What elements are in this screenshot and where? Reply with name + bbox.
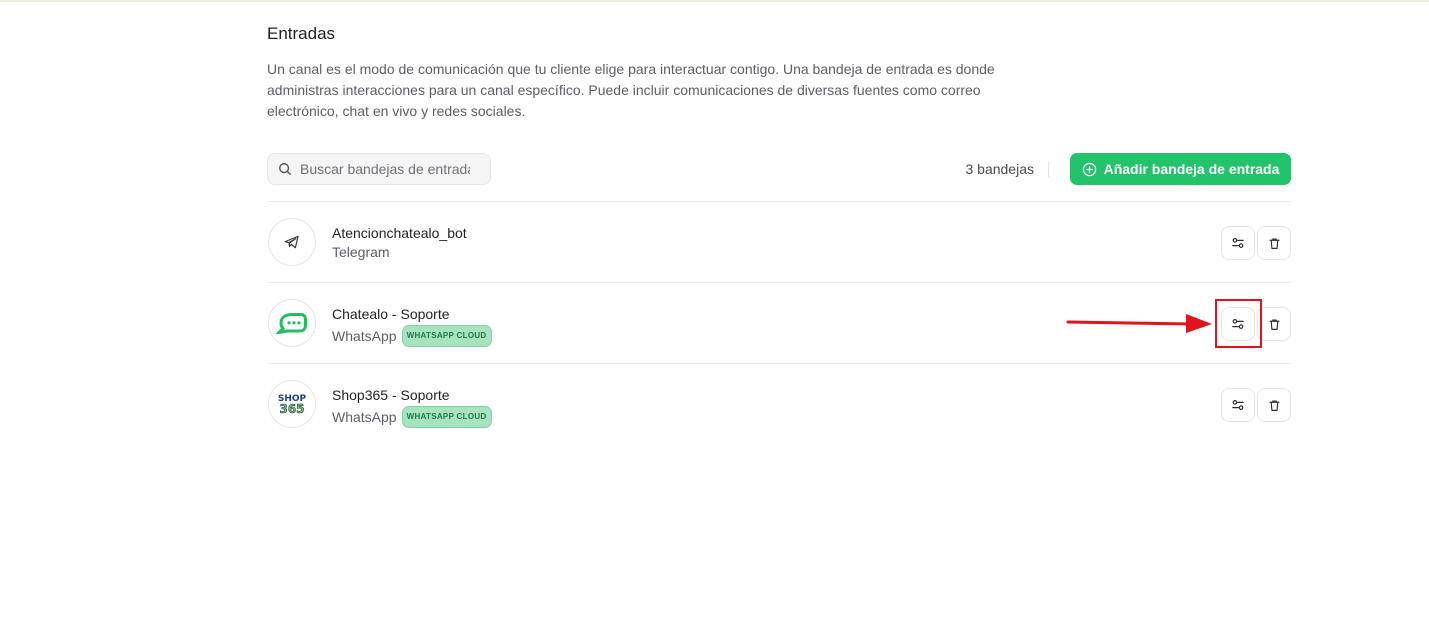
channel-badge: WHATSAPP CLOUD (401, 325, 492, 347)
inbox-row: SHOP 365 Shop365 - Soporte WhatsApp WHAT… (267, 364, 1291, 445)
sliders-icon (1232, 400, 1244, 410)
page-description: Un canal es el modo de comunicación que … (267, 61, 995, 119)
inbox-settings-button[interactable] (1221, 388, 1255, 422)
toolbar-divider (1048, 161, 1049, 177)
annotation-highlight-box (1215, 299, 1262, 348)
trash-icon (1268, 399, 1280, 411)
inbox-avatar: SHOP 365 (268, 380, 316, 428)
inbox-channel: WhatsApp (332, 328, 397, 344)
inbox-subline: Telegram (332, 244, 390, 260)
search-input[interactable] (300, 161, 470, 177)
sliders-icon (1232, 238, 1244, 248)
inbox-delete-button[interactable] (1257, 226, 1291, 260)
annotation-arrow-icon (1066, 314, 1212, 333)
page-title: Entradas (267, 24, 336, 43)
inbox-name: Atencionchatealo_bot (332, 225, 467, 241)
svg-text:365: 365 (279, 402, 304, 416)
inbox-name: Chatealo - Soporte (332, 306, 450, 322)
inbox-row: Atencionchatealo_bot Telegram (267, 202, 1291, 283)
inbox-channel: Telegram (332, 244, 390, 260)
inbox-subline: WhatsApp WHATSAPP CLOUD (332, 325, 492, 347)
search-box[interactable] (267, 153, 491, 185)
shop365-logo-icon: SHOP 365 (278, 394, 307, 416)
plus-circle-icon (1082, 162, 1096, 176)
inbox-channel: WhatsApp (332, 409, 397, 425)
telegram-icon (284, 235, 299, 249)
channel-badge: WHATSAPP CLOUD (401, 406, 492, 428)
inbox-delete-button[interactable] (1257, 307, 1291, 341)
search-icon (279, 163, 291, 175)
add-inbox-button[interactable]: Añadir bandeja de entrada (1070, 153, 1291, 185)
trash-icon (1268, 237, 1280, 249)
inbox-avatar (268, 218, 316, 266)
chatealo-logo-icon (276, 313, 307, 334)
inbox-avatar (268, 299, 316, 347)
inbox-settings-button[interactable] (1221, 226, 1255, 260)
inbox-subline: WhatsApp WHATSAPP CLOUD (332, 406, 492, 428)
inbox-name: Shop365 - Soporte (332, 387, 450, 403)
trash-icon (1268, 318, 1280, 330)
top-border (0, 0, 1429, 2)
inbox-delete-button[interactable] (1257, 388, 1291, 422)
add-inbox-label: Añadir bandeja de entrada (1103, 161, 1280, 177)
inbox-count: 3 bandejas (965, 161, 1034, 177)
